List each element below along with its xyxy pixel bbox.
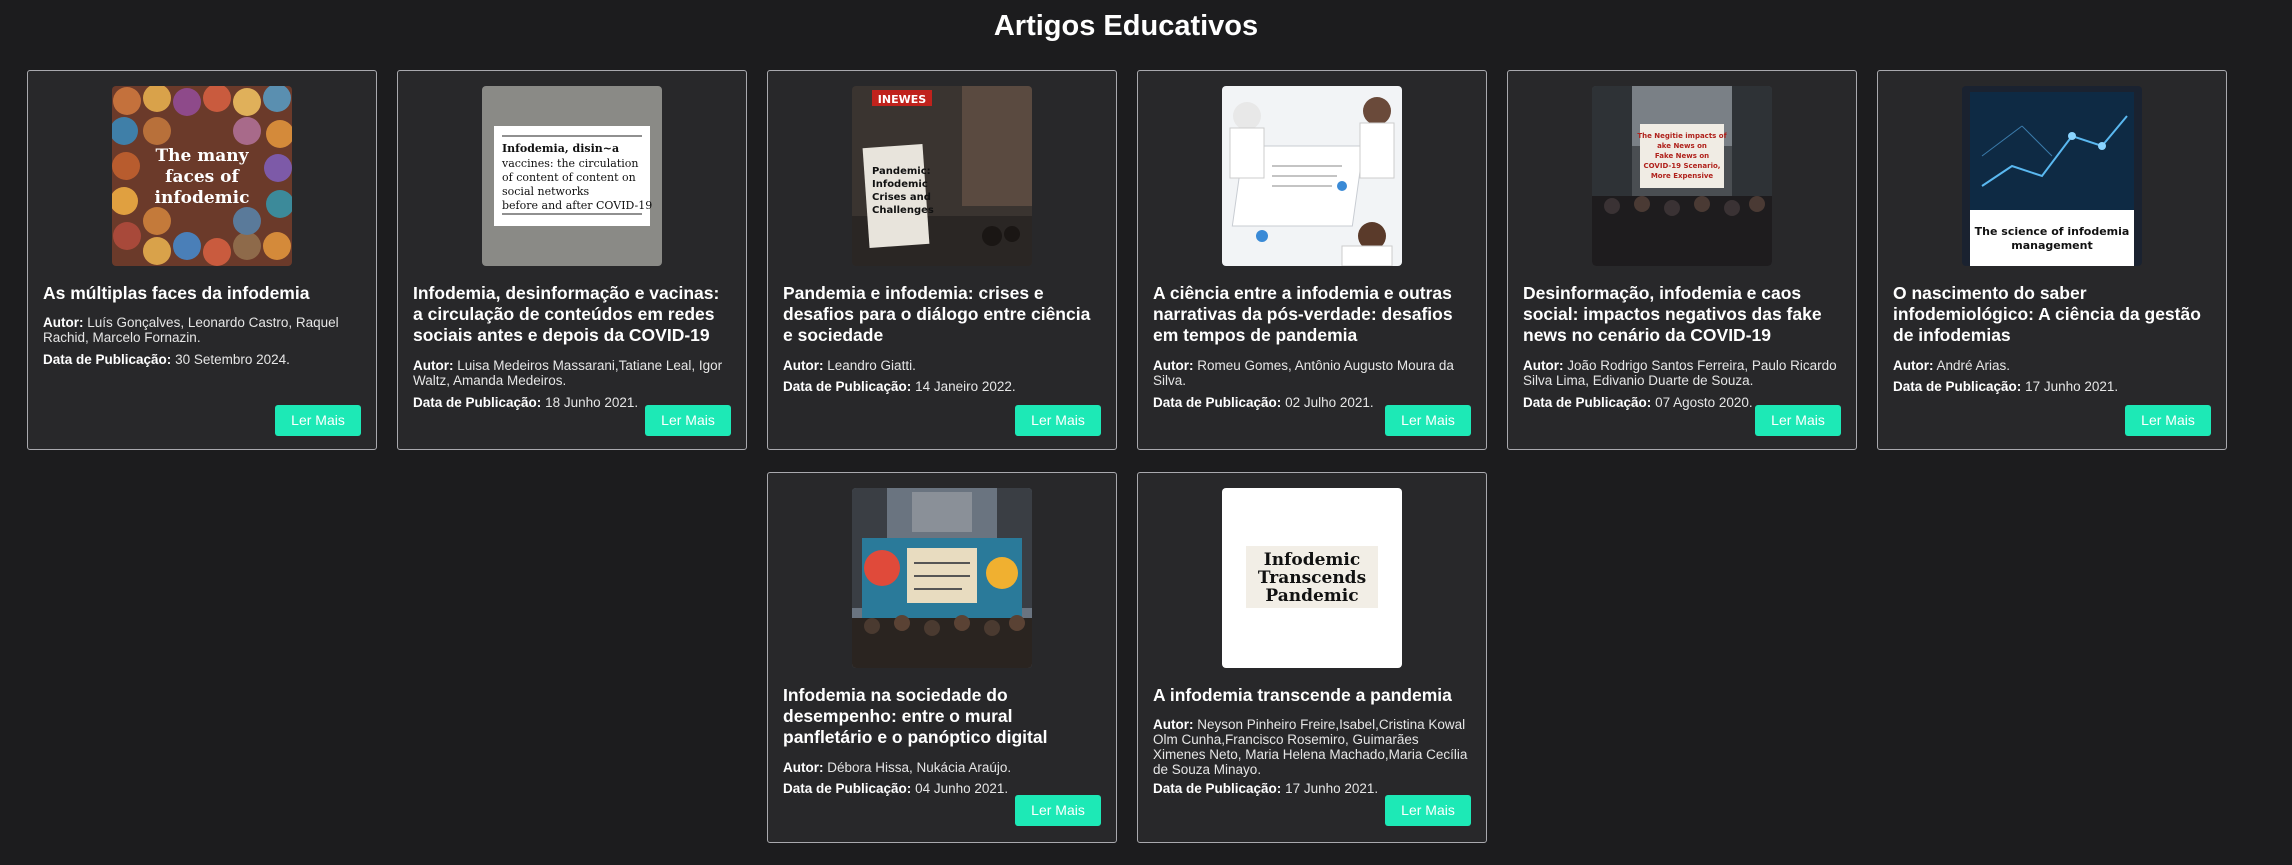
svg-text:before and after COVID-19: before and after COVID-19: [502, 199, 652, 212]
page-title: Artigos Educativos: [993, 10, 1259, 42]
svg-text:Challenges: Challenges: [872, 205, 934, 216]
article-date: Data de Publicação: 04 Junho 2021.: [783, 781, 1009, 796]
article-date: Data de Publicação: 17 Junho 2021.: [1153, 781, 1379, 796]
read-more-button[interactable]: Ler Mais: [2125, 405, 2211, 436]
svg-text:ake News on: ake News on: [1657, 142, 1707, 150]
article-card: The Negitie impacts of ake News on Fake …: [1507, 70, 1857, 450]
read-more-button[interactable]: Ler Mais: [1015, 405, 1101, 436]
article-card: Infodemia, disin~a vaccines: the circula…: [397, 70, 747, 450]
svg-text:Pandemic:: Pandemic:: [872, 166, 931, 177]
headline-cover-image: Infodemic Transcends Pandemic: [1222, 488, 1402, 668]
mural-crowd-image: [852, 488, 1032, 668]
svg-text:Infodemic: Infodemic: [1264, 550, 1360, 570]
article-title[interactable]: A ciência entre a infodemia e outras nar…: [1153, 283, 1473, 346]
svg-text:More Expensive: More Expensive: [1651, 172, 1714, 180]
article-title[interactable]: Infodemia na sociedade do desempenho: en…: [783, 685, 1103, 748]
read-more-button[interactable]: Ler Mais: [1385, 795, 1471, 826]
article-authors: Autor: Luisa Medeiros Massarani,Tatiane …: [413, 358, 723, 388]
article-title[interactable]: A infodemia transcende a pandemia: [1153, 685, 1473, 706]
article-title[interactable]: Pandemia e infodemia: crises e desafios …: [783, 283, 1103, 346]
article-authors: Autor: Romeu Gomes, Antônio Augusto Mour…: [1153, 358, 1454, 388]
crowd-street-image: The Negitie impacts of ake News on Fake …: [1592, 86, 1772, 266]
svg-text:The many: The many: [156, 146, 250, 166]
article-card: A ciência entre a infodemia e outras nar…: [1137, 70, 1487, 450]
article-authors: Autor: Neyson Pinheiro Freire,Isabel,Cri…: [1153, 717, 1468, 777]
article-authors: Autor: André Arias.: [1893, 358, 2011, 373]
svg-text:Fake News on: Fake News on: [1655, 152, 1709, 160]
svg-text:Pandemic: Pandemic: [1265, 586, 1358, 606]
article-cover-image[interactable]: [852, 488, 1032, 668]
read-more-button[interactable]: Ler Mais: [1755, 405, 1841, 436]
svg-text:INEWES: INEWES: [878, 93, 926, 106]
article-card: Infodemic Transcends Pandemic A infodemi…: [1137, 472, 1487, 843]
svg-text:social networks: social networks: [502, 185, 589, 198]
article-card: Infodemia na sociedade do desempenho: en…: [767, 472, 1117, 843]
lab-scientists-image: [1222, 86, 1402, 266]
article-title[interactable]: Infodemia, desinformação e vacinas: a ci…: [413, 283, 733, 346]
svg-text:faces of: faces of: [165, 167, 240, 187]
article-date: Data de Publicação: 14 Janeiro 2022.: [783, 379, 1016, 394]
svg-text:vaccines: the circulation: vaccines: the circulation: [501, 157, 638, 170]
article-card: The science of infodemia management O na…: [1877, 70, 2227, 450]
svg-text:The Negitie impacts of: The Negitie impacts of: [1637, 132, 1727, 140]
svg-text:Infodemia, disin~a: Infodemia, disin~a: [502, 142, 619, 155]
article-title[interactable]: Desinformação, infodemia e caos social: …: [1523, 283, 1843, 346]
article-authors: Autor: Débora Hissa, Nukácia Araújo.: [783, 760, 1012, 775]
svg-text:of content of content on: of content of content on: [502, 171, 636, 184]
svg-text:Crises and: Crises and: [872, 192, 931, 203]
article-cover-image[interactable]: The many faces of infodemic: [112, 86, 292, 266]
article-authors: Autor: Leandro Giatti.: [783, 358, 916, 373]
read-more-button[interactable]: Ler Mais: [1385, 405, 1471, 436]
data-screen-image: The science of infodemia management: [1962, 86, 2142, 266]
svg-text:Transcends: Transcends: [1258, 568, 1366, 588]
article-card: INEWES Pandemic: Infodemic Crises and Ch…: [767, 70, 1117, 450]
article-card: The many faces of infodemic As múltiplas…: [27, 70, 377, 450]
article-cover-image[interactable]: The Negitie impacts of ake News on Fake …: [1592, 86, 1772, 266]
svg-text:The science of infodemia: The science of infodemia: [1975, 225, 2130, 238]
article-cover-image[interactable]: The science of infodemia management: [1962, 86, 2142, 266]
article-date: Data de Publicação: 17 Junho 2021.: [1893, 379, 2119, 394]
svg-text:COVID-19 Scenario,: COVID-19 Scenario,: [1644, 162, 1721, 170]
article-cover-image[interactable]: Infodemia, disin~a vaccines: the circula…: [482, 86, 662, 266]
article-date: Data de Publicação: 30 Setembro 2024.: [43, 352, 290, 367]
read-more-button[interactable]: Ler Mais: [1015, 795, 1101, 826]
article-authors: Autor: Luís Gonçalves, Leonardo Castro, …: [43, 315, 339, 345]
document-cover-image: Infodemia, disin~a vaccines: the circula…: [482, 86, 662, 266]
article-cover-image[interactable]: [1222, 86, 1402, 266]
article-title[interactable]: O nascimento do saber infodemiológico: A…: [1893, 283, 2213, 346]
svg-text:Infodemic: Infodemic: [872, 179, 928, 190]
svg-text:management: management: [2011, 239, 2093, 252]
svg-text:infodemic: infodemic: [155, 188, 250, 208]
read-more-button[interactable]: Ler Mais: [645, 405, 731, 436]
faces-collage-image: The many faces of infodemic: [112, 86, 292, 266]
newsstand-image: INEWES Pandemic: Infodemic Crises and Ch…: [852, 86, 1032, 266]
article-authors: Autor: João Rodrigo Santos Ferreira, Pau…: [1523, 358, 1837, 388]
read-more-button[interactable]: Ler Mais: [275, 405, 361, 436]
article-cover-image[interactable]: INEWES Pandemic: Infodemic Crises and Ch…: [852, 86, 1032, 266]
article-title[interactable]: As múltiplas faces da infodemia: [43, 283, 363, 304]
article-cover-image[interactable]: Infodemic Transcends Pandemic: [1222, 488, 1402, 668]
